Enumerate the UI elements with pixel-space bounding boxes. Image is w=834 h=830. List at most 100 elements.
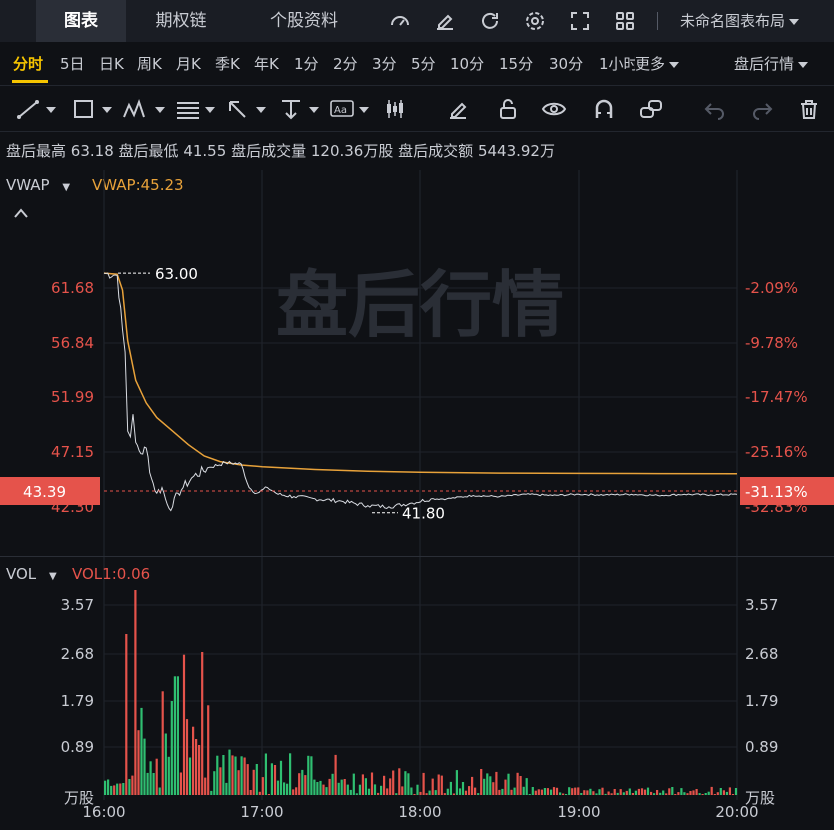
top-tab-bar: 图表 期权链 个股资料 未命名图表布局: [0, 0, 834, 42]
pct-label-2: -17.47%: [745, 388, 808, 406]
edit-icon[interactable]: [433, 9, 457, 33]
volume-bar: [377, 792, 380, 795]
measure-icon[interactable]: [279, 98, 323, 120]
period-monthly[interactable]: 月K: [176, 42, 201, 86]
period-weekly[interactable]: 周K: [137, 42, 162, 86]
redo-icon[interactable]: [750, 98, 774, 120]
volume-bar: [734, 788, 738, 795]
tab-stock-profile[interactable]: 个股资料: [248, 0, 360, 42]
volume-bar: [319, 780, 322, 795]
volume-bar: [534, 790, 537, 795]
trendline-icon[interactable]: [16, 98, 60, 120]
arrow-icon[interactable]: [226, 98, 270, 120]
period-yearly[interactable]: 年K: [254, 42, 279, 86]
volume-bar: [719, 788, 722, 795]
more-label: 更多: [635, 55, 666, 73]
period-5min[interactable]: 5分: [411, 42, 436, 86]
layout-label: 未命名图表布局: [680, 12, 786, 30]
volume-bar: [677, 792, 680, 795]
gauge-icon[interactable]: [388, 9, 412, 33]
volume-bar: [495, 771, 498, 795]
grid-layout-icon[interactable]: [613, 9, 637, 33]
period-1hour[interactable]: 1小时: [599, 42, 635, 86]
volume-bar: [437, 774, 440, 795]
tab-chart[interactable]: 图表: [36, 0, 126, 42]
volume-label: 盘后成交量: [231, 142, 307, 160]
volume-bar: [225, 782, 228, 795]
volume-bar: [668, 788, 671, 795]
volume-bar: [258, 791, 261, 795]
volume-bar: [522, 786, 525, 795]
current-pct-label: -31.13%: [745, 483, 808, 501]
volume-bar: [179, 772, 182, 795]
volume-bar: [613, 789, 616, 795]
pct-label-3: -25.16%: [745, 443, 808, 461]
chart-canvas[interactable]: 盘后行情 61.68 56.84 51.99 47.15 -2.09% -9.78% -17…: [0, 170, 834, 830]
volume-bar: [683, 792, 686, 795]
volume-bar: [525, 778, 528, 795]
volume-bar: [386, 788, 389, 795]
volume-value: 120.36万股: [310, 142, 394, 160]
volume-bar: [383, 775, 386, 795]
time-label-3: 19:00: [557, 803, 600, 821]
unlock-icon[interactable]: [496, 98, 520, 120]
layout-selector[interactable]: 未命名图表布局: [680, 0, 800, 42]
settings-icon[interactable]: [523, 9, 547, 33]
volume-bar: [449, 781, 452, 795]
tab-option-chain[interactable]: 期权链: [135, 0, 227, 42]
volume-bar: [486, 773, 489, 795]
link-icon[interactable]: [638, 98, 664, 120]
volume-bar: [404, 771, 407, 795]
magnet-icon[interactable]: [592, 98, 616, 120]
vol-indicator-selector[interactable]: VOL ▼: [6, 565, 57, 583]
volume-bar: [340, 779, 343, 795]
period-1min[interactable]: 1分: [294, 42, 319, 86]
high-value: 63.18: [70, 142, 114, 160]
session-selector[interactable]: 盘后行情: [734, 42, 808, 86]
amount-value: 5443.92万: [477, 142, 555, 160]
volume-bar: [192, 726, 195, 795]
pen-icon[interactable]: [446, 98, 470, 120]
period-quarterly[interactable]: 季K: [215, 42, 240, 86]
volume-bar: [358, 784, 361, 795]
volume-bar: [255, 764, 258, 795]
more-periods-dropdown[interactable]: 更多: [635, 42, 680, 86]
refresh-icon[interactable]: [478, 9, 502, 33]
volume-bar: [552, 787, 556, 795]
period-daily[interactable]: 日K: [99, 42, 124, 86]
volume-bar: [370, 772, 374, 795]
fullscreen-icon[interactable]: [568, 9, 592, 33]
period-10min[interactable]: 10分: [450, 42, 484, 86]
period-15min[interactable]: 15分: [499, 42, 533, 86]
volume-bar: [413, 794, 416, 795]
volume-bar: [698, 793, 701, 795]
volume-bar: [452, 793, 455, 795]
volume-bar: [725, 791, 728, 795]
volume-bar: [164, 733, 167, 795]
period-2min[interactable]: 2分: [333, 42, 358, 86]
pattern-icon[interactable]: [122, 98, 170, 120]
vol-value: VOL1:0.06: [72, 565, 151, 583]
volume-bar: [292, 789, 295, 795]
volume-bar: [104, 780, 107, 795]
undo-icon[interactable]: [703, 98, 727, 120]
fib-icon[interactable]: [175, 98, 219, 120]
period-3min[interactable]: 3分: [372, 42, 397, 86]
volume-bar: [622, 792, 625, 795]
text-icon[interactable]: Aa: [329, 98, 373, 120]
volume-bar: [331, 773, 334, 795]
period-30min[interactable]: 30分: [549, 42, 583, 86]
volume-bar: [276, 780, 280, 795]
volume-bar: [173, 676, 176, 795]
eye-icon[interactable]: [541, 98, 567, 120]
period-5day[interactable]: 5日: [60, 42, 85, 86]
volume-bar: [158, 787, 161, 795]
session-label: 盘后行情: [733, 55, 794, 73]
volume-bar: [131, 775, 134, 795]
high-label: 盘后最高: [6, 142, 67, 160]
rectangle-icon[interactable]: [72, 98, 116, 120]
trash-icon[interactable]: [797, 98, 821, 120]
volume-bar: [440, 775, 443, 795]
candle-icon[interactable]: [383, 98, 407, 120]
volume-bar: [143, 738, 146, 795]
